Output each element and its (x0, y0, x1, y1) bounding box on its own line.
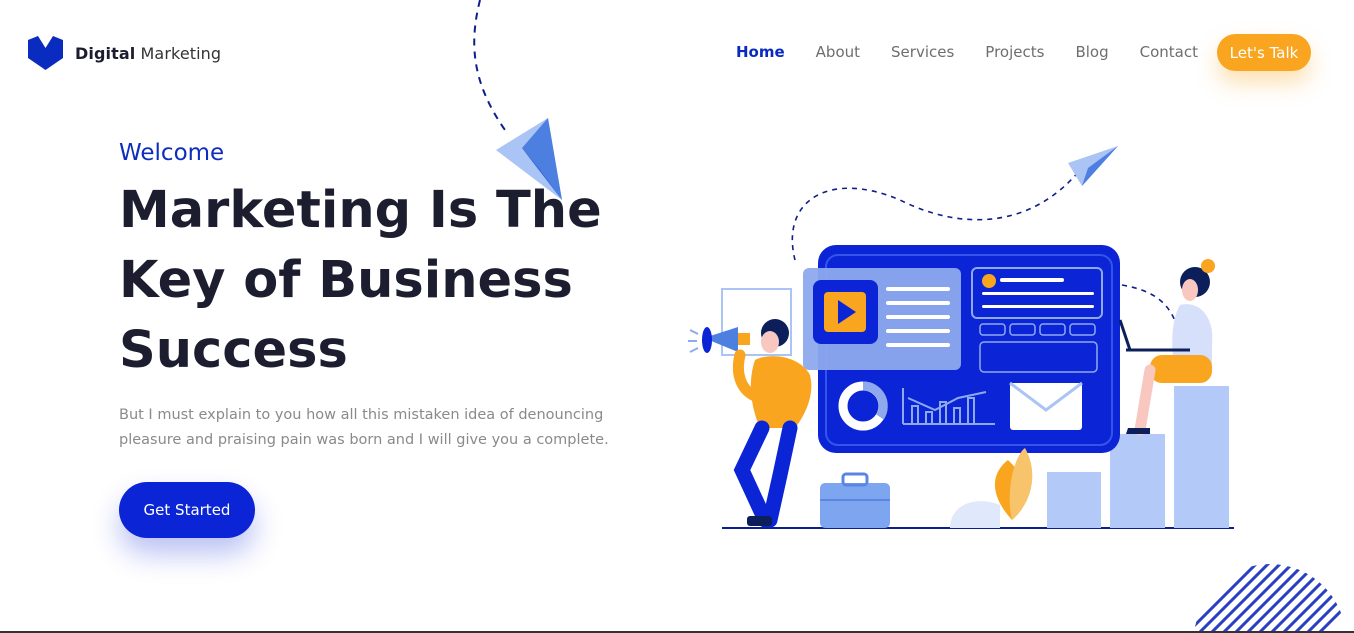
nav-item-services[interactable]: Services (891, 43, 954, 61)
play-icon (838, 300, 856, 324)
bar-step-3 (1174, 386, 1229, 528)
brand-name: Digital Marketing (75, 44, 221, 63)
like-icon (982, 274, 996, 288)
paper-plane-small-icon (1068, 146, 1118, 186)
hero-headline: Marketing Is The Key of Business Success (119, 181, 602, 380)
nav-item-projects[interactable]: Projects (985, 43, 1044, 61)
video-thumb (813, 280, 878, 344)
brand-name-bold: Digital (75, 43, 136, 63)
mini-chart-icon (902, 388, 995, 425)
video-card (803, 268, 961, 370)
logo-mark-icon (28, 36, 63, 70)
dashed-flight-path (473, 0, 506, 131)
post-card (971, 267, 1103, 319)
hero-welcome: Welcome (119, 140, 225, 166)
hero-paragraph: But I must explain to you how all this m… (119, 407, 609, 448)
marketing-illustration (688, 146, 1234, 529)
woman-with-laptop-icon (1118, 259, 1215, 436)
main-nav: Home About Services Projects Blog Contac… (736, 43, 1229, 61)
frame-outline (721, 288, 792, 356)
dashed-curve (791, 169, 1081, 261)
monitor-screen (825, 254, 1113, 446)
striped-circle-decoration (1194, 564, 1346, 633)
nav-item-contact[interactable]: Contact (1140, 43, 1198, 61)
nav-item-about[interactable]: About (816, 43, 860, 61)
bar-step-1 (1047, 472, 1101, 528)
nav-item-home[interactable]: Home (736, 43, 785, 61)
monitor-frame (818, 245, 1120, 453)
mail-icon (1010, 383, 1082, 430)
briefcase-icon (820, 472, 890, 528)
donut-chart-icon (838, 381, 888, 431)
nav-item-blog[interactable]: Blog (1075, 43, 1108, 61)
plant-icon (950, 448, 1033, 528)
play-icon-bg (824, 292, 866, 332)
get-started-button[interactable]: Get Started (119, 482, 255, 538)
brand-logo[interactable]: Digital Marketing (28, 36, 221, 70)
lets-talk-button[interactable]: Let's Talk (1217, 34, 1311, 71)
man-with-megaphone-icon (688, 319, 812, 528)
bar-step-2 (1110, 434, 1165, 528)
brand-name-light: Marketing (140, 43, 222, 63)
